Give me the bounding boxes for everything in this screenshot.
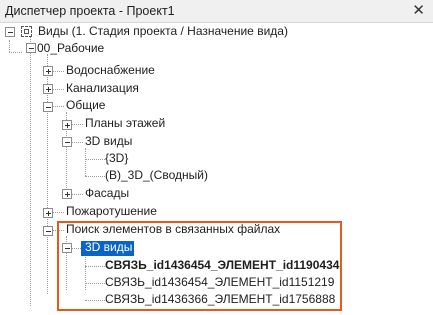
collapse-toggle-linked-search[interactable] bbox=[43, 226, 53, 236]
tree-item-working[interactable]: 00_Рабочие bbox=[37, 40, 104, 57]
expand-toggle-water[interactable] bbox=[43, 66, 53, 76]
tree-connector bbox=[9, 52, 22, 53]
tree-connector bbox=[71, 248, 81, 249]
tree-item-link-view[interactable]: СВЯЗЬ_id1436454_ЭЛЕМЕНТ_id1151219 bbox=[105, 274, 334, 291]
tree-item-water-supply[interactable]: Водоснабжение bbox=[66, 62, 155, 79]
tree-connector bbox=[85, 266, 105, 267]
tree-connector bbox=[85, 254, 86, 290]
tree-item-sewerage[interactable]: Канализация bbox=[66, 80, 139, 97]
tree-item-link-view[interactable]: СВЯЗЬ_id1436366_ЭЛЕМЕНТ_id1756888 bbox=[105, 291, 335, 308]
tree-item-link-view[interactable]: СВЯЗЬ_id1436454_ЭЛЕМЕНТ_id1190434 bbox=[105, 257, 339, 274]
tree-connector bbox=[52, 106, 64, 107]
tree-connector bbox=[85, 300, 105, 301]
collapse-toggle-views[interactable] bbox=[5, 27, 15, 37]
tree-item-facades[interactable]: Фасады bbox=[85, 185, 129, 202]
tree-item-linked-search[interactable]: Поиск элементов в связанных файлах bbox=[66, 221, 280, 238]
tree-item-general[interactable]: Общие bbox=[66, 97, 105, 114]
tree-connector bbox=[52, 230, 64, 231]
tree-connector bbox=[71, 142, 83, 143]
tree-connector bbox=[85, 283, 105, 284]
tree-item-linked-3d-views[interactable]: 3D виды bbox=[85, 239, 132, 256]
tree-connector bbox=[52, 89, 64, 90]
expand-toggle-sewer[interactable] bbox=[43, 84, 53, 94]
tree-connector bbox=[71, 124, 83, 125]
window-titlebar: Диспетчер проекта - Проект1 ✕ bbox=[0, 0, 433, 23]
tree-connector bbox=[30, 36, 31, 306]
tree-connector bbox=[85, 176, 105, 177]
tree-item-floor-plans[interactable]: Планы этажей bbox=[85, 115, 165, 132]
tree-connector bbox=[52, 71, 64, 72]
tree-connector bbox=[85, 148, 86, 176]
tree-connector bbox=[85, 159, 105, 160]
close-icon[interactable]: ✕ bbox=[412, 1, 425, 19]
tree-connector bbox=[9, 40, 10, 52]
tree-item-views-root[interactable]: Виды (1. Стадия проекта / Назначение вид… bbox=[38, 23, 288, 40]
tree-item-firefighting[interactable]: Пожаротушение bbox=[66, 203, 157, 220]
collapse-toggle-linked-3d-views[interactable] bbox=[62, 243, 72, 253]
project-browser-tree: Виды (1. Стадия проекта / Назначение вид… bbox=[0, 22, 433, 315]
tree-item-3d-combined[interactable]: (В)_3D_(Сводный) bbox=[105, 167, 208, 184]
expand-toggle-firefighting[interactable] bbox=[43, 208, 53, 218]
tree-item-3d[interactable]: {3D} bbox=[105, 150, 128, 167]
collapse-toggle-working[interactable] bbox=[26, 43, 36, 53]
tree-connector bbox=[71, 194, 83, 195]
collapse-toggle-3d-views[interactable] bbox=[62, 137, 72, 147]
tree-connector bbox=[52, 212, 64, 213]
window-title: Диспетчер проекта - Проект1 bbox=[5, 4, 175, 18]
expand-toggle-facades[interactable] bbox=[62, 189, 72, 199]
tree-item-3d-views[interactable]: 3D виды bbox=[85, 133, 132, 150]
expand-toggle-floor-plans[interactable] bbox=[62, 120, 72, 130]
collapse-toggle-general[interactable] bbox=[43, 102, 53, 112]
views-icon bbox=[21, 26, 32, 37]
